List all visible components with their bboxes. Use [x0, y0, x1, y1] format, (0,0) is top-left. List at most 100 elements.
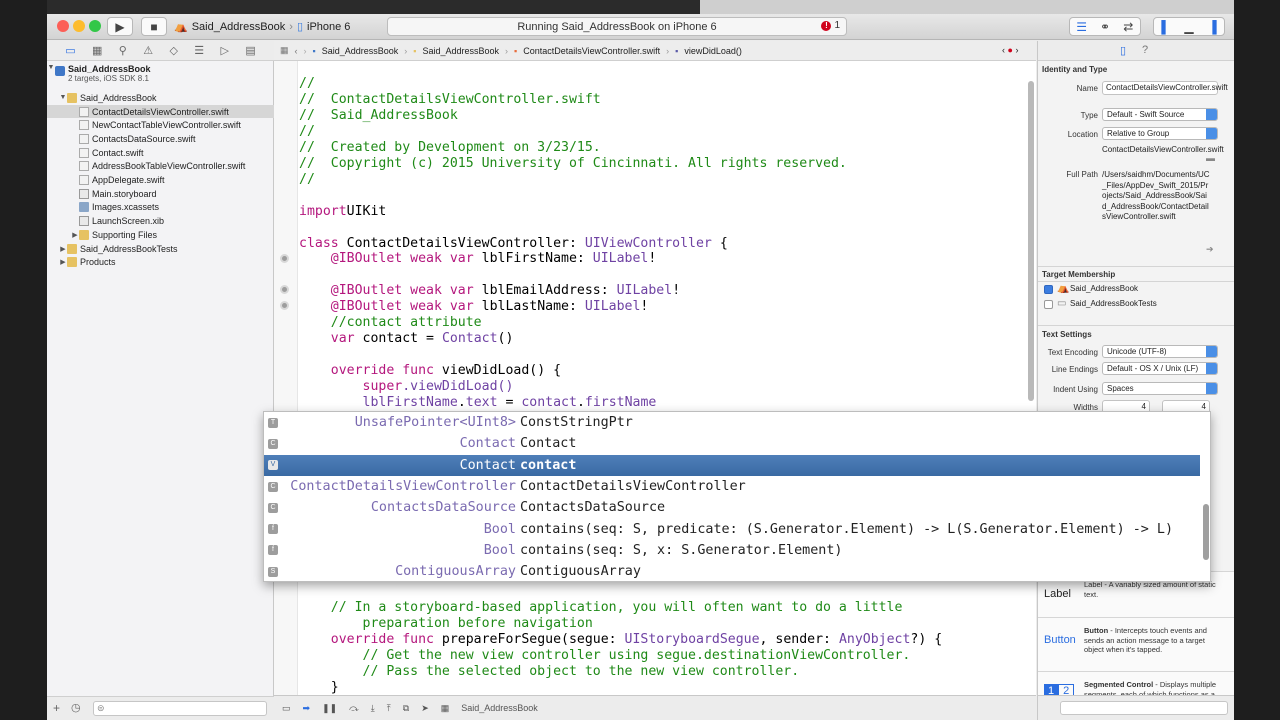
outlet-connection-icon[interactable]	[280, 285, 289, 294]
completion-item[interactable]: V Contact contact	[264, 454, 1200, 476]
code-line[interactable]: }	[299, 680, 339, 696]
code-line[interactable]: //	[299, 172, 315, 188]
disclosure-icon[interactable]: ▶	[59, 245, 67, 253]
completion-item[interactable]: f Bool contains(seq: S, x: S.Generator.Ele…	[264, 540, 1200, 561]
tree-item[interactable]: ▶ Products	[47, 255, 274, 269]
reveal-arrow-icon[interactable]: ➔	[1206, 244, 1214, 255]
code-line[interactable]: override func viewDidLoad() {	[299, 363, 561, 379]
code-line[interactable]: // In a storyboard-based application, yo…	[299, 600, 903, 616]
tree-item[interactable]: Main.storyboard	[47, 187, 274, 201]
hide-debug-icon[interactable]: ▭	[282, 703, 291, 714]
code-line[interactable]: lblFirstName.text = contact.firstName	[299, 395, 657, 411]
disclosure-icon[interactable]: ▼	[59, 94, 67, 101]
code-line[interactable]: var contact = Contact()	[299, 331, 514, 347]
tree-item[interactable]: AppDelegate.swift	[47, 173, 274, 187]
close-window-button[interactable]	[57, 20, 69, 32]
target-checkbox[interactable]	[1044, 285, 1053, 294]
code-line[interactable]: super.viewDidLoad()	[299, 379, 514, 395]
recent-icon[interactable]: ◷	[71, 701, 81, 714]
code-line[interactable]: preparation before navigation	[299, 616, 593, 632]
tree-item[interactable]: ContactsDataSource.swift	[47, 132, 274, 146]
code-line[interactable]: // Get the new view controller using seg…	[299, 648, 911, 664]
debug-target[interactable]: Said_AddressBook	[461, 703, 538, 713]
tree-item[interactable]: ContactDetailsViewController.swift	[47, 104, 274, 119]
indent-select[interactable]: Spaces	[1102, 382, 1218, 395]
file-inspector-icon[interactable]: ▯	[1120, 44, 1126, 57]
completion-item[interactable]: C ContactDetailsViewController ContactDeta…	[264, 476, 1200, 497]
tree-item[interactable]: AddressBookTableViewController.swift	[47, 160, 274, 174]
code-line[interactable]: @IBOutlet weak var lblEmailAddress: UILa…	[299, 283, 680, 299]
encoding-select[interactable]: Unicode (UTF-8)	[1102, 345, 1218, 358]
code-line[interactable]: // Copyright (c) 2015 University of Cinc…	[299, 156, 847, 172]
step-out-icon[interactable]: ⤒	[387, 703, 391, 714]
code-line[interactable]: override func prepareForSegue(segue: UIS…	[299, 632, 942, 648]
zoom-window-button[interactable]	[89, 20, 101, 32]
code-line[interactable]: //	[299, 124, 315, 140]
location-icon[interactable]: ➤	[421, 703, 429, 714]
type-select[interactable]: Default - Swift Source	[1102, 108, 1218, 121]
tree-item[interactable]: Contact.swift	[47, 146, 274, 160]
tree-item[interactable]: ▶ Supporting Files	[47, 228, 274, 242]
test-icon[interactable]: ◇	[169, 44, 177, 57]
related-items-icon[interactable]: ▦	[280, 45, 289, 56]
jump-crumb[interactable]: ContactDetailsViewController.swift	[523, 46, 660, 56]
tree-item[interactable]: NewContactTableViewController.swift	[47, 118, 274, 132]
tree-item[interactable]: ▼ Said_AddressBook	[47, 91, 274, 105]
editor-mode-segment[interactable]: ☰ ⚭ ⇄	[1069, 17, 1141, 36]
name-field[interactable]: ContactDetailsViewController.swift	[1102, 81, 1228, 95]
breakpoints-toggle-icon[interactable]: ➡	[303, 703, 311, 714]
jump-crumb[interactable]: Said_AddressBook	[422, 46, 499, 56]
filter-input[interactable]: ⊜	[93, 701, 267, 716]
code-line[interactable]: // Said_AddressBook	[299, 108, 458, 124]
issue-badge[interactable]: ! 1	[821, 20, 840, 31]
code-line[interactable]: //	[299, 76, 315, 92]
tree-item[interactable]: ▶ Said_AddressBookTests	[47, 242, 274, 256]
folder-icon[interactable]: ▬	[1206, 153, 1215, 163]
line-endings-select[interactable]: Default - OS X / Unix (LF)	[1102, 362, 1218, 375]
target-checkbox[interactable]	[1044, 300, 1053, 309]
warning-icon[interactable]: ⚠	[143, 44, 153, 57]
scheme-selector[interactable]: ⛺ Said_AddressBook › ▯ iPhone 6	[174, 17, 350, 36]
report-icon[interactable]: ▤	[245, 44, 255, 57]
minimize-window-button[interactable]	[73, 20, 85, 32]
folder-icon[interactable]: ▭	[65, 44, 75, 57]
view-toggle-segment[interactable]: ▌ ▁ ▐	[1153, 17, 1225, 36]
forward-arrow-icon[interactable]: ›	[304, 46, 307, 56]
library-item-button[interactable]: Button Button - Intercepts touch events …	[1038, 617, 1234, 679]
jump-crumb[interactable]: Said_AddressBook	[322, 46, 399, 56]
code-line[interactable]: class ContactDetailsViewController: UIVi…	[299, 236, 728, 252]
project-root[interactable]: ▼ Said_AddressBook 2 targets, iOS SDK 8.…	[47, 64, 274, 88]
run-button[interactable]: ▶	[107, 17, 133, 36]
code-line[interactable]: @IBOutlet weak var lblFirstName: UILabel…	[299, 251, 657, 267]
disclosure-icon[interactable]: ▶	[71, 231, 79, 239]
code-line[interactable]: importUIKit	[299, 204, 386, 220]
stop-button[interactable]: ■	[141, 17, 167, 36]
debug-icon[interactable]: ☰	[194, 44, 204, 57]
editor-scrollbar[interactable]	[1028, 81, 1034, 401]
completion-item[interactable]: C ContactsDataSource ContactsDataSource	[264, 497, 1200, 518]
view-debug-icon[interactable]: ⧉	[403, 703, 409, 714]
breakpoint-icon[interactable]: ▷	[221, 44, 229, 57]
gutter[interactable]	[274, 61, 298, 695]
completion-item[interactable]: C Contact Contact	[264, 433, 1200, 454]
step-in-icon[interactable]: ⤓	[371, 703, 375, 714]
location-select[interactable]: Relative to Group	[1102, 127, 1218, 140]
code-line[interactable]: // ContactDetailsViewController.swift	[299, 92, 601, 108]
quick-help-icon[interactable]: ?	[1142, 44, 1148, 56]
jump-crumb[interactable]: viewDidLoad()	[684, 46, 742, 56]
code-line[interactable]: // Created by Development on 3/23/15.	[299, 140, 601, 156]
back-arrow-icon[interactable]: ‹	[295, 46, 298, 56]
tree-item[interactable]: Images.xcassets	[47, 201, 274, 215]
symbol-icon[interactable]: ▦	[92, 44, 102, 57]
outlet-connection-icon[interactable]	[280, 301, 289, 310]
completion-item[interactable]: f Bool contains(seq: S, predicate: (S.Gene…	[264, 519, 1200, 540]
search-icon[interactable]: ⚲	[119, 44, 127, 57]
completion-item[interactable]: S ContiguousArray ContiguousArray	[264, 561, 1200, 581]
outlet-connection-icon[interactable]	[280, 254, 289, 263]
disclosure-icon[interactable]: ▶	[59, 258, 67, 266]
issue-nav-icon[interactable]: ‹ ● ›	[1002, 45, 1018, 55]
tree-item[interactable]: LaunchScreen.xib	[47, 214, 274, 228]
library-filter-input[interactable]	[1060, 701, 1228, 715]
code-line[interactable]: @IBOutlet weak var lblLastName: UILabel!	[299, 299, 649, 315]
completion-item[interactable]: T UnsafePointer<UInt8> ConstStringPtr	[264, 412, 1200, 433]
